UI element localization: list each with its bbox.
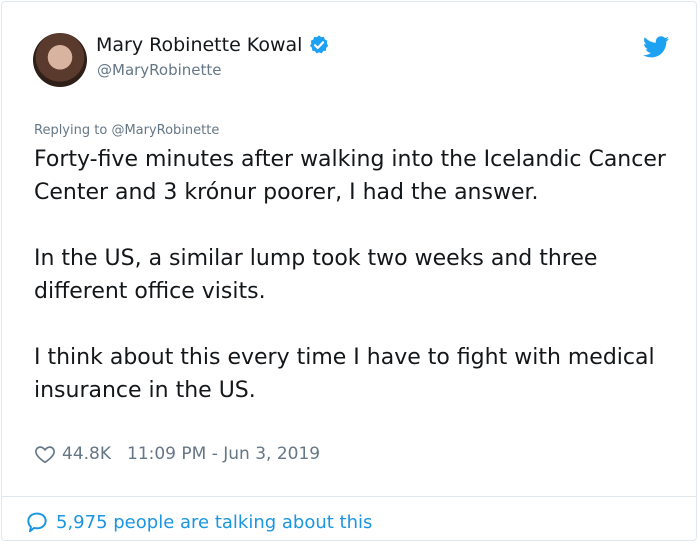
talking-about-text[interactable]: 5,975 people are talking about this — [56, 512, 372, 533]
tweet-timestamp[interactable]: 11:09 PM - Jun 3, 2019 — [127, 444, 320, 464]
like-count[interactable]: 44.8K — [62, 444, 111, 464]
verified-badge-icon — [310, 35, 329, 54]
tweet-text: Forty-five minutes after walking into th… — [34, 143, 674, 407]
heart-icon[interactable] — [34, 443, 56, 465]
replying-prefix: Replying to — [34, 123, 108, 138]
tweet-paragraph: I think about this every time I have to … — [34, 345, 655, 403]
conversation-link[interactable]: 5,975 people are talking about this — [24, 509, 372, 535]
tweet-paragraph: In the US, a similar lump took two weeks… — [34, 246, 598, 304]
embedded-tweet-card: Mary Robinette Kowal @MaryRobinette Repl… — [1, 1, 697, 541]
twitter-bird-icon[interactable] — [643, 36, 669, 58]
tweet-meta: 44.8K 11:09 PM - Jun 3, 2019 — [34, 443, 320, 465]
replying-to: Replying to @MaryRobinette — [34, 123, 219, 138]
speech-bubble-icon — [27, 512, 47, 533]
tweet-paragraph: Forty-five minutes after walking into th… — [34, 147, 666, 205]
replying-handle-link[interactable]: @MaryRobinette — [111, 123, 219, 138]
author-row: Mary Robinette Kowal — [96, 34, 330, 56]
author-handle[interactable]: @MaryRobinette — [97, 61, 222, 79]
avatar[interactable] — [33, 33, 87, 87]
author-name[interactable]: Mary Robinette Kowal — [96, 34, 302, 56]
divider — [2, 496, 696, 497]
